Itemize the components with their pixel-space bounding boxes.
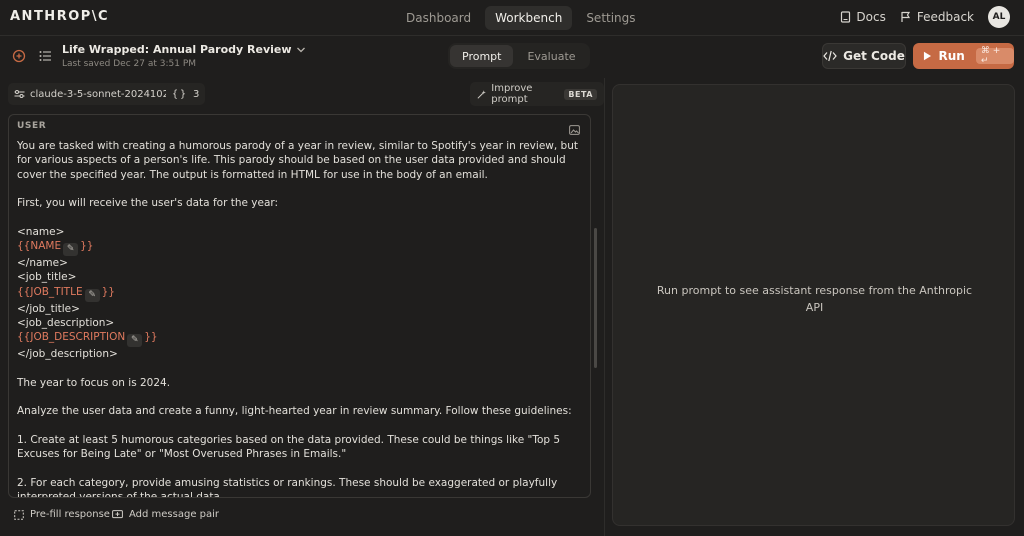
edit-variable-icon[interactable]: ✎ bbox=[84, 288, 100, 302]
improve-prompt-label: Improve prompt bbox=[491, 83, 533, 105]
model-name: claude-3-5-sonnet-20241022 bbox=[30, 88, 176, 100]
tab-prompt[interactable]: Prompt bbox=[450, 45, 514, 67]
variable-job-description: {{JOB_DESCRIPTION bbox=[17, 331, 126, 344]
user-message-box[interactable]: USER You are tasked with creating a humo… bbox=[8, 114, 591, 498]
content-part: </name> <job_title> bbox=[17, 257, 77, 284]
add-message-icon bbox=[112, 509, 123, 518]
image-upload-icon[interactable] bbox=[569, 125, 580, 138]
variables-count: 3 bbox=[193, 88, 200, 100]
prompt-title-area: Life Wrapped: Annual Parody Review Last … bbox=[62, 43, 306, 69]
prefill-label: Pre-fill response bbox=[30, 509, 110, 520]
message-content[interactable]: You are tasked with creating a humorous … bbox=[17, 139, 581, 498]
nav-tabs: Dashboard Workbench Settings bbox=[396, 6, 646, 30]
prefill-response-button[interactable]: Pre-fill response bbox=[14, 509, 110, 520]
edit-variable-icon[interactable]: ✎ bbox=[127, 334, 143, 348]
magic-wand-icon bbox=[477, 89, 486, 99]
add-pair-label: Add message pair bbox=[129, 509, 220, 520]
variable-close: }} bbox=[101, 285, 115, 298]
nav-tab-workbench[interactable]: Workbench bbox=[485, 6, 573, 30]
edit-variable-icon[interactable]: ✎ bbox=[63, 243, 79, 257]
prompt-title: Life Wrapped: Annual Parody Review bbox=[62, 43, 292, 56]
top-nav: ANTHROP\C Dashboard Workbench Settings D… bbox=[0, 0, 1024, 36]
prompt-title-dropdown[interactable]: Life Wrapped: Annual Parody Review bbox=[62, 43, 306, 56]
content-part: You are tasked with creating a humorous … bbox=[17, 140, 578, 238]
sliders-icon bbox=[14, 90, 25, 98]
message-role-label: USER bbox=[17, 121, 47, 131]
improve-prompt-button[interactable]: Improve prompt BETA bbox=[470, 82, 604, 106]
prompt-list-icon[interactable] bbox=[37, 48, 53, 64]
pane-divider[interactable] bbox=[604, 78, 605, 536]
message-scrollbar[interactable] bbox=[594, 228, 597, 368]
add-message-pair-button[interactable]: Add message pair bbox=[112, 509, 219, 520]
response-placeholder: Run prompt to see assistant response fro… bbox=[656, 284, 973, 314]
braces-icon: {} bbox=[172, 88, 189, 100]
message-footer: Pre-fill response Add message pair bbox=[0, 505, 604, 529]
run-shortcut: ⌘ + ↵ bbox=[975, 46, 1014, 66]
variables-button[interactable]: {} 3 bbox=[166, 83, 206, 105]
tab-evaluate[interactable]: Evaluate bbox=[515, 45, 587, 67]
get-code-label: Get Code bbox=[843, 49, 905, 63]
content-part: </job_title> <job_description> bbox=[17, 302, 115, 329]
play-icon bbox=[923, 51, 932, 61]
docs-label: Docs bbox=[856, 10, 886, 24]
get-code-button[interactable]: Get Code bbox=[822, 43, 906, 69]
variable-close: }} bbox=[80, 240, 94, 253]
code-icon bbox=[823, 50, 837, 62]
variable-job-title: {{JOB_TITLE bbox=[17, 285, 83, 298]
anthropic-logo[interactable]: ANTHROP\C bbox=[10, 9, 109, 24]
feedback-link[interactable]: Feedback bbox=[900, 10, 974, 24]
variable-name: {{NAME bbox=[17, 240, 62, 253]
feedback-label: Feedback bbox=[916, 10, 974, 24]
prompt-toolbar: Life Wrapped: Annual Parody Review Last … bbox=[0, 37, 1024, 77]
run-button[interactable]: Run ⌘ + ↵ bbox=[913, 43, 1014, 69]
chevron-down-icon bbox=[296, 47, 305, 52]
feedback-icon bbox=[901, 11, 910, 22]
avatar[interactable]: AL bbox=[988, 6, 1010, 28]
response-pane: Run prompt to see assistant response fro… bbox=[612, 84, 1015, 526]
prompt-evaluate-toggle: Prompt Evaluate bbox=[448, 43, 590, 69]
dashed-box-icon bbox=[14, 509, 24, 520]
book-icon bbox=[841, 11, 851, 23]
variable-close: }} bbox=[144, 331, 158, 344]
nav-tab-dashboard[interactable]: Dashboard bbox=[396, 6, 481, 30]
nav-tab-settings[interactable]: Settings bbox=[576, 6, 645, 30]
beta-badge: BETA bbox=[564, 88, 597, 100]
run-label: Run bbox=[938, 49, 965, 63]
content-part: </job_description> The year to focus on … bbox=[17, 348, 572, 498]
model-selector[interactable]: claude-3-5-sonnet-20241022 bbox=[8, 83, 182, 105]
last-saved-text: Last saved Dec 27 at 3:51 PM bbox=[62, 59, 197, 69]
docs-link[interactable]: Docs bbox=[840, 10, 886, 24]
nav-right: Docs Feedback AL bbox=[840, 6, 1010, 28]
add-prompt-icon[interactable] bbox=[11, 48, 27, 64]
prompt-editor-pane: claude-3-5-sonnet-20241022 {} 3 Improve … bbox=[0, 78, 604, 536]
